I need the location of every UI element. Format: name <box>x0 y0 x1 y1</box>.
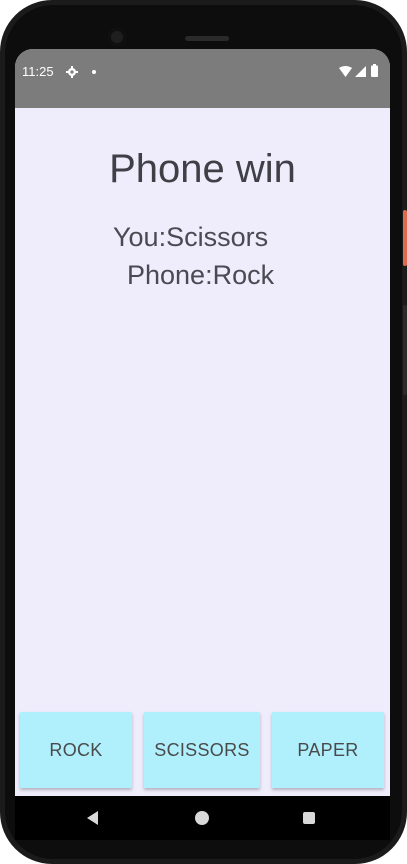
game-result-title: Phone win <box>109 147 296 191</box>
signal-icon <box>355 66 366 77</box>
recents-icon[interactable] <box>303 812 315 824</box>
battery-icon <box>371 64 378 77</box>
notification-dot-icon <box>92 70 96 74</box>
paper-button[interactable]: PAPER <box>272 712 384 788</box>
app-screen: 11:25 Phone win You:Scissors Phone:Rock … <box>15 49 390 796</box>
scissors-button[interactable]: SCISSORS <box>144 712 260 788</box>
rock-button[interactable]: ROCK <box>20 712 132 788</box>
phone-choice-label: Phone:Rock <box>127 260 275 290</box>
power-button[interactable] <box>403 210 407 266</box>
volume-button[interactable] <box>403 305 407 395</box>
back-icon[interactable] <box>87 811 98 825</box>
gear-icon <box>66 66 78 78</box>
navigation-bar <box>15 796 390 840</box>
earpiece-speaker <box>185 36 229 41</box>
status-time: 11:25 <box>22 64 54 79</box>
home-icon[interactable] <box>195 811 209 825</box>
front-camera-icon <box>108 28 126 46</box>
player-choice-label: You:Scissors <box>113 222 269 252</box>
status-bar: 11:25 <box>15 49 390 108</box>
wifi-icon <box>339 66 352 77</box>
phone-device-frame: 11:25 Phone win You:Scissors Phone:Rock … <box>0 0 407 864</box>
